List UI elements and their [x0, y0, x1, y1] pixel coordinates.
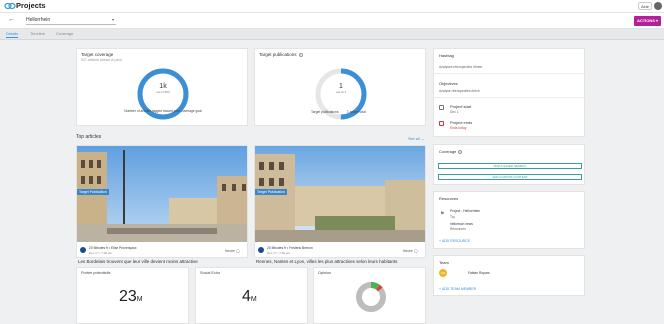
- see-all-label: See all: [408, 137, 420, 141]
- gauge-caption-right: 1 article total: [347, 110, 366, 114]
- social-echo-unit: M: [250, 296, 257, 303]
- reach-card: Portée potentielle 23M: [76, 267, 189, 324]
- tag-icon: ⚑: [440, 211, 445, 217]
- article-sentiment-label: Neutre: [403, 249, 413, 253]
- member-avatar: FR: [439, 269, 447, 277]
- target-publication-badge: Target Publication: [77, 189, 109, 195]
- project-ends-value: Ends today: [450, 126, 467, 130]
- divider: [434, 97, 586, 98]
- gauge-value: 1k: [159, 83, 167, 90]
- opinion-title: Opinion: [318, 271, 332, 275]
- info-icon[interactable]: i: [458, 149, 463, 154]
- user-avatar-icon[interactable]: [654, 2, 662, 10]
- article-card[interactable]: Target Publication 20 Minutes fr • Elise…: [76, 145, 248, 258]
- gauge-of-text: out of 1: [335, 90, 346, 94]
- article-card[interactable]: Target Publication 20 Minutes fr • Frédé…: [254, 145, 426, 258]
- article-date: Dec 17 • 7:00 am: [267, 251, 291, 255]
- gauge-of-text: out of 500: [156, 90, 170, 94]
- aide-button[interactable]: Aide: [638, 2, 652, 10]
- coverage-title-text: Coverage: [439, 149, 457, 154]
- resource-title[interactable]: hellorrsch news: [450, 222, 473, 226]
- target-publications-card: Target publications i 1 out of 1 Target p…: [254, 48, 426, 126]
- member-name[interactable]: Fabian Ropars: [468, 271, 490, 275]
- project-select[interactable]: Hellorrhein ▾: [26, 17, 116, 25]
- article-source: 20 Minutes fr • Elise Provençaux: [89, 246, 137, 250]
- gauge-center: 1 out of 1: [321, 83, 361, 94]
- social-echo-value: 4M: [242, 288, 257, 306]
- resource-sub: Tiq: [450, 215, 455, 219]
- top-bar: Projects Aide: [0, 0, 664, 13]
- coverage-card: Coverage i ADD A SAVED SEARCH ADD CUSTOM …: [433, 144, 585, 185]
- resource-sub: Resources: [450, 227, 466, 231]
- target-coverage-card: Target coverage 527 articles ahead of pa…: [76, 48, 248, 126]
- source-avatar: [258, 247, 264, 253]
- actions-label: ACTIONS: [636, 18, 655, 23]
- top-articles-title: Top articles: [76, 134, 102, 140]
- project-select-value: Hellorrhein: [26, 17, 51, 23]
- add-resource-link[interactable]: + ADD RESOURCE: [439, 239, 470, 243]
- target-publication-badge: Target Publication: [255, 189, 287, 195]
- tab-timeline[interactable]: Timeline: [30, 31, 45, 36]
- tab-bar: Details Timeline Coverage: [0, 29, 664, 40]
- article-date: Dec 17 • 7:00 am: [89, 251, 113, 255]
- calendar-end-icon: [439, 121, 444, 126]
- see-all-link[interactable]: See all →: [408, 137, 424, 141]
- project-ends-label: Project ends: [450, 120, 473, 125]
- article-sentiment: Neutre ◯: [225, 249, 240, 253]
- app-title: Projects: [16, 1, 46, 10]
- social-echo-title: Social Echo: [200, 271, 221, 275]
- card-subtitle: 527 articles ahead of pace: [81, 58, 123, 62]
- tab-coverage[interactable]: Coverage: [56, 31, 73, 36]
- calendar-icon: [439, 105, 444, 110]
- gauge-center: 1k out of 500: [143, 83, 183, 94]
- chevron-down-icon: ▾: [111, 17, 114, 22]
- app-logo-icon: [4, 2, 16, 10]
- card-title: Target publications i: [259, 52, 303, 57]
- add-custom-content-button[interactable]: ADD CUSTOM CONTENT: [438, 174, 582, 180]
- resources-card: Resources ⚑ Project - Hellor/rhein Tiq h…: [433, 191, 585, 249]
- article-sentiment-label: Neutre: [225, 249, 235, 253]
- hashtag-label: Hashtag: [439, 53, 454, 58]
- gauge-caption-left: Target publications: [311, 110, 339, 114]
- info-icon[interactable]: i: [298, 52, 303, 57]
- add-team-member-link[interactable]: + ADD TEAM MEMBER: [439, 287, 476, 291]
- back-arrow-icon[interactable]: ←: [8, 16, 15, 23]
- project-start-value: Dec 1: [450, 110, 459, 114]
- reach-title: Portée potentielle: [81, 271, 111, 275]
- resource-title[interactable]: Project - Hellor/rhein: [450, 209, 480, 213]
- add-saved-search-button[interactable]: ADD A SAVED SEARCH: [438, 163, 582, 169]
- reach-number: 23: [119, 288, 137, 305]
- project-start-label: Project start: [450, 104, 472, 109]
- tab-details[interactable]: Details: [6, 31, 19, 38]
- objectives-value: Analyse rétrospecties #récit: [439, 89, 480, 93]
- gauge-caption: Number of articles tagged toward your co…: [124, 109, 202, 113]
- article-title[interactable]: Les Bordelais trouvent que leur ville de…: [78, 259, 198, 264]
- social-echo-card: Social Echo 4M: [195, 267, 308, 324]
- actions-button[interactable]: ACTIONS ▾: [634, 16, 661, 26]
- article-sentiment: Neutre ◯: [403, 249, 418, 253]
- team-card: Team FR Fabian Ropars + ADD TEAM MEMBER: [433, 255, 585, 296]
- reach-unit: M: [136, 296, 143, 303]
- article-source: 20 Minutes fr • Frédéric Brenon: [267, 246, 313, 250]
- reach-value: 23M: [119, 288, 143, 306]
- hashtag-value: Analyses rétrospecties #rhein: [439, 65, 483, 69]
- card-title: Target coverage: [81, 52, 114, 57]
- objectives-label: Objectives: [439, 81, 458, 86]
- resources-title: Resources: [439, 196, 459, 201]
- project-bar: ← Hellorrhein ▾ ACTIONS ▾: [0, 13, 664, 29]
- opinion-donut: [356, 282, 386, 312]
- divider: [434, 73, 586, 74]
- project-info-card: Hashtag Analyses rétrospecties #rhein Ob…: [433, 48, 586, 137]
- source-avatar: [80, 247, 86, 253]
- coverage-title: Coverage i: [439, 149, 463, 154]
- opinion-card: Opinion: [313, 267, 426, 324]
- gauge-value: 1: [339, 83, 343, 90]
- article-title[interactable]: Rennes, Nantes et Lyon, villes les plus …: [256, 259, 397, 264]
- social-echo-number: 4: [242, 288, 251, 305]
- team-title: Team: [439, 260, 449, 265]
- card-title-text: Target publications: [259, 52, 297, 57]
